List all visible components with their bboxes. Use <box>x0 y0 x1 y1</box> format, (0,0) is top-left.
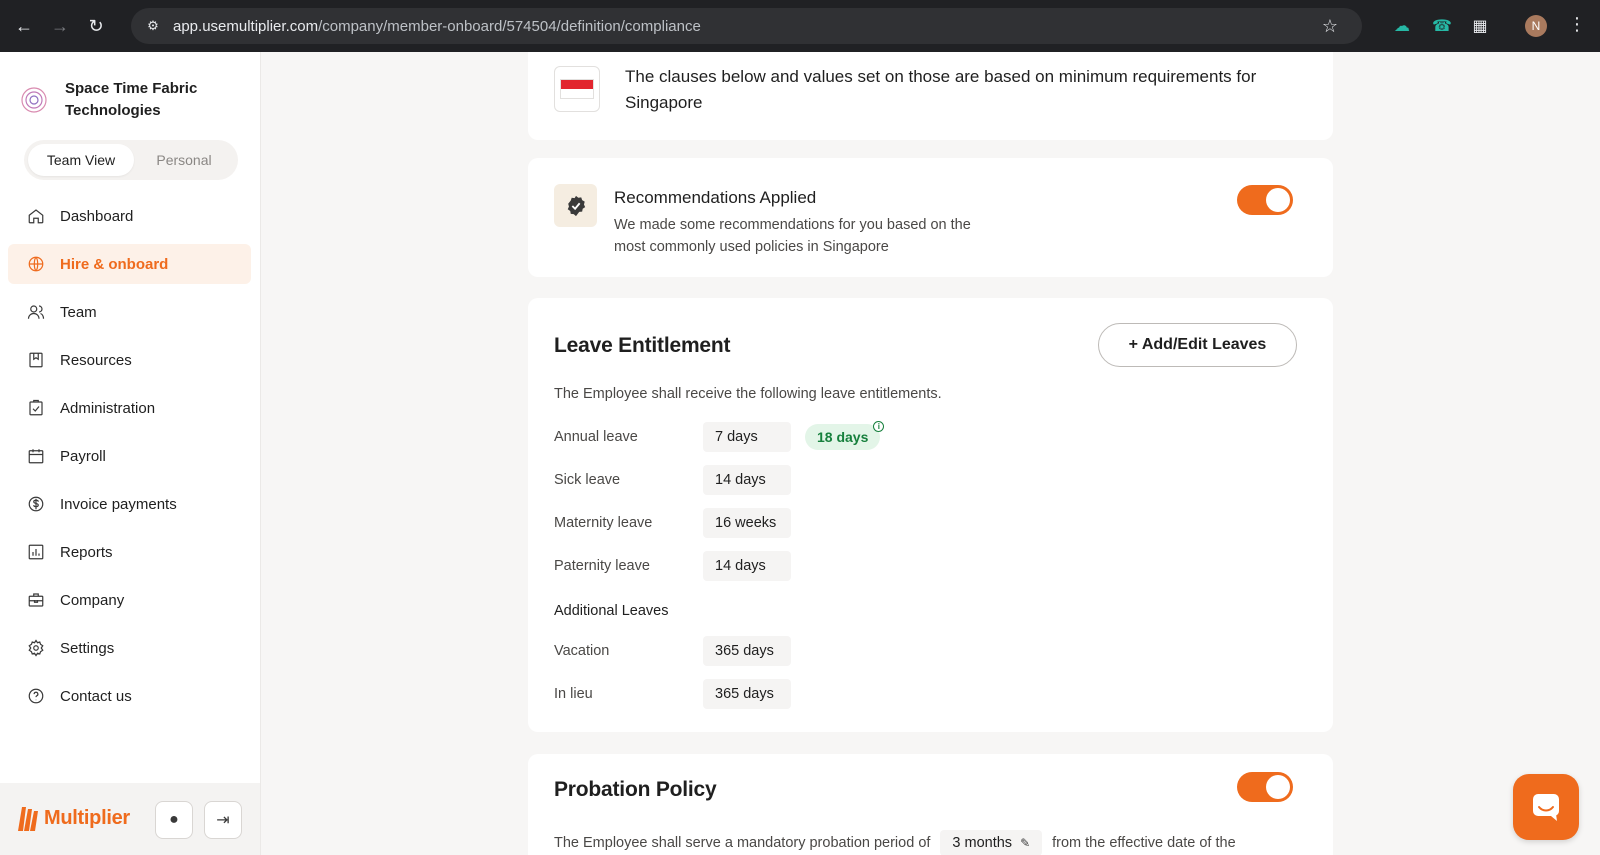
recommendations-card: Recommendations Applied We made some rec… <box>528 158 1333 277</box>
probation-policy-title: Probation Policy <box>554 778 717 801</box>
vacation-leave-value[interactable]: 365 days <box>703 636 791 666</box>
annual-leave-value[interactable]: 7 days <box>703 422 791 452</box>
recommended-days-badge: 18 days i <box>805 421 885 450</box>
sidebar-item-hire-onboard[interactable]: Hire & onboard <box>8 244 251 284</box>
leave-row-in-lieu: In lieu 365 days <box>554 679 1314 709</box>
leave-row-annual: Annual leave 7 days 18 days i <box>554 421 1314 452</box>
gear-icon <box>26 638 46 658</box>
sidebar-item-dashboard[interactable]: Dashboard <box>8 196 251 236</box>
help-icon <box>26 686 46 706</box>
extensions-puzzle-icon[interactable]: ▦ <box>1468 14 1492 38</box>
sidebar-item-team[interactable]: Team <box>8 292 251 332</box>
probation-period-chip[interactable]: 3 months ✎ <box>940 830 1043 855</box>
probation-text: The Employee shall serve a mandatory pro… <box>554 830 1236 855</box>
in-lieu-leave-value[interactable]: 365 days <box>703 679 791 709</box>
leave-row-maternity: Maternity leave 16 weeks <box>554 508 1314 538</box>
user-icon: ● <box>169 811 179 828</box>
info-icon[interactable]: i <box>873 421 885 432</box>
sidebar-item-label: Contact us <box>60 687 132 705</box>
maternity-leave-value[interactable]: 16 weeks <box>703 508 791 538</box>
personal-view-tab[interactable]: Personal <box>134 144 234 176</box>
bar-chart-icon <box>26 542 46 562</box>
resources-icon <box>26 350 46 370</box>
users-icon <box>26 302 46 322</box>
probation-toggle[interactable] <box>1237 772 1293 802</box>
logout-icon: ⇥ <box>216 812 230 829</box>
singapore-flag-icon <box>554 66 600 112</box>
browser-toolbar: ← → ↻ ⚙ app.usemultiplier.com/company/me… <box>0 0 1600 52</box>
edit-pencil-icon[interactable]: ✎ <box>1020 836 1030 850</box>
forward-arrow-icon[interactable]: → <box>48 14 72 38</box>
sidebar-item-label: Dashboard <box>60 207 134 225</box>
calendar-icon <box>26 446 46 466</box>
site-settings-icon[interactable]: ⚙ <box>143 16 163 36</box>
sidebar: Space Time Fabric Technologies Team View… <box>0 52 261 855</box>
team-view-tab[interactable]: Team View <box>28 144 134 176</box>
view-switcher: Team View Personal <box>24 140 238 180</box>
sidebar-item-contact-us[interactable]: Contact us <box>8 676 251 716</box>
sidebar-item-label: Resources <box>60 351 132 369</box>
briefcase-icon <box>26 590 46 610</box>
profile-avatar[interactable]: N <box>1525 15 1547 37</box>
company-logo-icon <box>21 87 47 113</box>
country-notice-text: The clauses below and values set on thos… <box>625 67 1257 112</box>
profile-button[interactable]: ● <box>155 801 193 839</box>
sick-leave-value[interactable]: 14 days <box>703 465 791 495</box>
leave-row-vacation: Vacation 365 days <box>554 636 1314 666</box>
sidebar-item-label: Invoice payments <box>60 495 177 513</box>
additional-leaves-title: Additional Leaves <box>554 603 669 619</box>
extension-cloud-icon[interactable]: ☁ <box>1390 14 1414 38</box>
reload-icon[interactable]: ↻ <box>84 14 108 38</box>
sidebar-footer: Multiplier ● ⇥ <box>0 783 260 855</box>
recommendations-description: We made some recommendations for you bas… <box>614 217 971 255</box>
leave-intro-text: The Employee shall receive the following… <box>554 386 942 402</box>
clipboard-check-icon <box>26 398 46 418</box>
probation-policy-card: Probation Policy The Employee shall serv… <box>528 754 1333 855</box>
sidebar-item-label: Payroll <box>60 447 106 465</box>
sidebar-item-invoice-payments[interactable]: Invoice payments <box>8 484 251 524</box>
sidebar-item-label: Reports <box>60 543 113 561</box>
dollar-icon <box>26 494 46 514</box>
multiplier-logo[interactable]: Multiplier <box>16 803 130 833</box>
chat-support-button[interactable] <box>1513 774 1579 840</box>
add-edit-leaves-button[interactable]: + Add/Edit Leaves <box>1098 323 1297 367</box>
sidebar-item-payroll[interactable]: Payroll <box>8 436 251 476</box>
sidebar-item-label: Company <box>60 591 125 609</box>
sidebar-item-label: Team <box>60 303 97 321</box>
extension-phone-icon[interactable]: ☎ <box>1430 14 1454 38</box>
sidebar-item-settings[interactable]: Settings <box>8 628 251 668</box>
multiplier-logo-icon <box>18 807 38 831</box>
sidebar-item-reports[interactable]: Reports <box>8 532 251 572</box>
company-brand[interactable]: Space Time Fabric Technologies <box>18 78 225 122</box>
leave-row-paternity: Paternity leave 14 days <box>554 551 1314 581</box>
leave-entitlement-title: Leave Entitlement <box>554 334 731 357</box>
url-text[interactable]: app.usemultiplier.com/company/member-onb… <box>173 18 701 35</box>
globe-icon <box>26 254 46 274</box>
country-notice-card: The clauses below and values set on thos… <box>528 52 1333 140</box>
sidebar-item-label: Administration <box>60 399 156 417</box>
company-name: Space Time Fabric Technologies <box>65 80 198 119</box>
browser-menu-icon[interactable]: ⋮ <box>1568 14 1586 35</box>
logout-button[interactable]: ⇥ <box>204 801 242 839</box>
main-content: The clauses below and values set on thos… <box>261 52 1600 855</box>
multiplier-logo-text: Multiplier <box>44 806 130 829</box>
recommendations-title: Recommendations Applied <box>614 188 817 207</box>
sidebar-item-resources[interactable]: Resources <box>8 340 251 380</box>
sidebar-menu: Dashboard Hire & onboard Team Resources … <box>8 196 251 724</box>
address-bar[interactable]: ⚙ app.usemultiplier.com/company/member-o… <box>131 8 1362 44</box>
home-icon <box>26 206 46 226</box>
sidebar-item-company[interactable]: Company <box>8 580 251 620</box>
leave-row-sick: Sick leave 14 days <box>554 465 1314 495</box>
recommendations-toggle[interactable] <box>1237 185 1293 215</box>
sidebar-item-label: Settings <box>60 639 115 657</box>
back-arrow-icon[interactable]: ← <box>12 14 36 38</box>
sidebar-item-administration[interactable]: Administration <box>8 388 251 428</box>
paternity-leave-value[interactable]: 14 days <box>703 551 791 581</box>
verified-badge-icon <box>554 184 597 227</box>
chat-icon <box>1533 794 1559 821</box>
leave-entitlement-card: Leave Entitlement + Add/Edit Leaves The … <box>528 298 1333 732</box>
sidebar-item-label: Hire & onboard <box>60 255 169 273</box>
bookmark-star-icon[interactable]: ☆ <box>1322 16 1338 37</box>
